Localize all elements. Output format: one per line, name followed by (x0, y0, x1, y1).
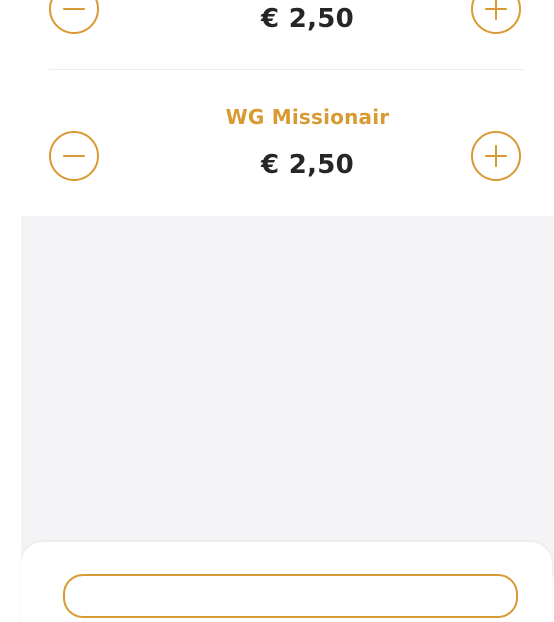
plus-icon (485, 0, 507, 20)
item-price: € 2,50 (260, 4, 355, 34)
minus-icon (63, 8, 85, 10)
primary-action-button[interactable] (63, 574, 518, 618)
left-gutter (0, 0, 21, 577)
product-list: € 2,50 WG Missionair € 2,50 (21, 0, 554, 216)
increase-quantity-button[interactable] (471, 0, 521, 34)
minus-icon (63, 155, 85, 157)
increase-quantity-button[interactable] (471, 131, 521, 181)
decrease-quantity-button[interactable] (49, 0, 99, 34)
item-price: € 2,50 (260, 150, 355, 180)
list-divider (49, 69, 525, 70)
decrease-quantity-button[interactable] (49, 131, 99, 181)
empty-content-area (21, 216, 554, 577)
bottom-sheet (21, 542, 552, 622)
plus-icon (485, 145, 507, 167)
item-name: WG Missionair (225, 105, 390, 129)
